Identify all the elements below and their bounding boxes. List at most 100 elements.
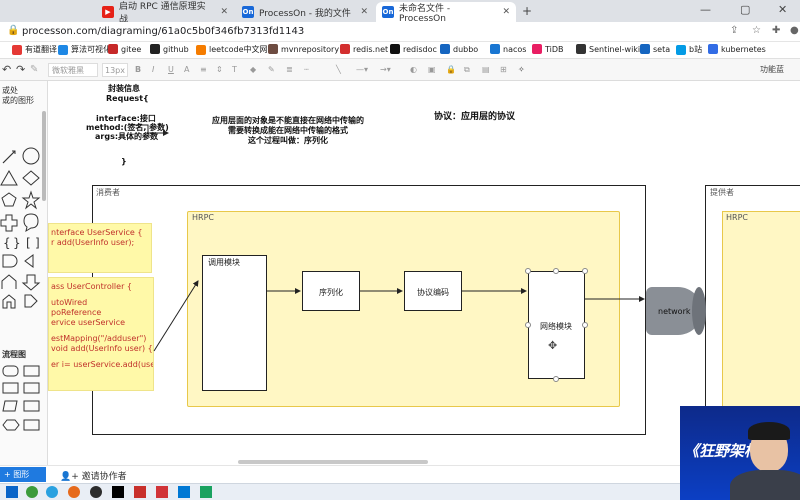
line-style-icon[interactable]: ┄ xyxy=(304,63,309,77)
fill-color-icon[interactable]: ◆ xyxy=(250,63,256,77)
line-width-icon[interactable]: ≣ xyxy=(286,63,293,77)
speech-bubble-icon[interactable] xyxy=(23,213,39,233)
new-tab-button[interactable]: + xyxy=(522,4,532,18)
layer-icon[interactable]: ▤ xyxy=(482,63,490,77)
font-size-select[interactable]: 13px xyxy=(102,63,128,77)
maximize-icon[interactable]: ▢ xyxy=(740,3,750,16)
minimize-icon[interactable]: — xyxy=(700,3,711,16)
valign-icon[interactable]: ⇕ xyxy=(216,63,223,77)
bookmark-item[interactable]: b站 xyxy=(676,44,702,55)
shapes-button[interactable]: + 图形 xyxy=(0,467,46,482)
feature-label[interactable]: 功能蓝 xyxy=(760,63,784,77)
flowchart-section-title[interactable]: 流程图 xyxy=(2,349,26,360)
opacity-icon[interactable]: ◐ xyxy=(410,63,417,77)
lock-shape-icon[interactable]: 🔒 xyxy=(446,63,456,77)
bookmark-item[interactable]: gitee xyxy=(108,44,141,54)
align-icon[interactable]: ≡ xyxy=(200,63,207,77)
connector-icon[interactable]: ╲ xyxy=(336,63,341,77)
triangle-shape-icon[interactable] xyxy=(0,169,18,186)
half-circle-icon[interactable] xyxy=(2,254,18,268)
chrome-app-icon[interactable] xyxy=(26,486,38,498)
pentagon-arrow-icon[interactable] xyxy=(24,294,38,308)
up-arrow-shape-icon[interactable] xyxy=(1,274,17,289)
share-icon[interactable]: ⇪ xyxy=(730,25,738,36)
undo-icon[interactable]: ↶ xyxy=(2,63,11,77)
cross-shape-icon[interactable] xyxy=(0,214,18,232)
url-input[interactable]: processon.com/diagraming/61a0c5b0f346fb7… xyxy=(22,24,304,40)
bookmark-item[interactable]: kubernetes xyxy=(708,44,766,54)
bold-button[interactable]: B xyxy=(135,63,141,77)
windows-start-icon[interactable] xyxy=(6,486,18,498)
office-app-icon[interactable] xyxy=(156,486,168,498)
storage-shape-icon[interactable] xyxy=(23,400,40,412)
left-arrow-shape-icon[interactable] xyxy=(24,254,34,268)
bracket-left-icon[interactable]: [ xyxy=(26,236,31,250)
font-color-button[interactable]: A xyxy=(184,63,189,77)
preparation-shape-icon[interactable] xyxy=(2,419,20,431)
bookmark-item[interactable]: 算法可视化 xyxy=(58,44,111,55)
bookmark-item[interactable]: TiDB xyxy=(532,44,564,54)
obs-app-icon[interactable] xyxy=(90,486,102,498)
bookmark-item[interactable]: redisdoc xyxy=(390,44,437,54)
manual-input-icon[interactable] xyxy=(23,419,40,431)
arrow-start-icon[interactable]: —▾ xyxy=(356,63,368,77)
font-family-select[interactable]: 微软雅黑 xyxy=(48,63,98,77)
tab-untitled-file[interactable]: On 未命名文件 - ProcessOn ✕ xyxy=(376,2,516,24)
intellij-app-icon[interactable] xyxy=(112,486,124,498)
close-icon[interactable]: ✕ xyxy=(354,7,368,17)
sticky-to-call-arrow[interactable] xyxy=(153,280,199,352)
close-window-icon[interactable]: ✕ xyxy=(778,3,787,16)
invite-collaborator-button[interactable]: 👤+ 邀请协作者 xyxy=(60,469,127,482)
wechat-app-icon[interactable] xyxy=(200,486,212,498)
profile-icon[interactable]: ● xyxy=(790,25,799,36)
document-shape-icon[interactable] xyxy=(2,382,19,394)
line-shape-icon[interactable] xyxy=(2,150,16,164)
star-shape-icon[interactable] xyxy=(21,190,41,210)
magic-icon[interactable]: ✧ xyxy=(518,63,525,77)
pentagon-shape-icon[interactable] xyxy=(1,192,17,207)
bookmark-item[interactable]: mvnrepository xyxy=(268,44,339,54)
italic-button[interactable]: I xyxy=(152,63,154,77)
arrange-icon[interactable]: ⧉ xyxy=(464,63,470,77)
close-icon[interactable]: ✕ xyxy=(214,7,228,17)
predefined-shape-icon[interactable] xyxy=(23,382,40,394)
bookmark-item[interactable]: redis.net xyxy=(340,44,388,54)
redo-icon[interactable]: ↷ xyxy=(16,63,25,77)
group-icon[interactable]: ⊞ xyxy=(500,63,507,77)
process-shape-icon[interactable] xyxy=(23,365,40,377)
text-style-button[interactable]: T xyxy=(232,63,237,77)
circle-shape-icon[interactable] xyxy=(22,147,40,165)
bookmark-item[interactable]: 有道翻译 xyxy=(12,44,57,55)
info-to-note-arrow[interactable] xyxy=(132,124,169,136)
tab-processon-files[interactable]: On ProcessOn - 我的文件 ✕ xyxy=(236,2,374,22)
line-color-icon[interactable]: ✎ xyxy=(268,63,275,77)
shadow-icon[interactable]: ▣ xyxy=(428,63,436,77)
extensions-icon[interactable]: ✚ xyxy=(772,25,780,36)
brace-right-icon[interactable]: } xyxy=(13,236,21,250)
terminator-shape-icon[interactable] xyxy=(2,365,19,377)
data-shape-icon[interactable] xyxy=(2,400,18,412)
bookmark-item[interactable]: dubbo xyxy=(440,44,478,54)
house-arrow-icon[interactable] xyxy=(2,294,16,309)
firefox-app-icon[interactable] xyxy=(68,486,80,498)
down-arrow-shape-icon[interactable] xyxy=(21,274,41,291)
terminal-app-icon[interactable] xyxy=(178,486,190,498)
bracket-right-icon[interactable]: ] xyxy=(35,236,40,250)
tab-rpc-video[interactable]: ▶ 启动 RPC 通信原理实战 ✕ xyxy=(96,2,234,25)
brace-left-icon[interactable]: { xyxy=(3,236,11,250)
format-painter-icon[interactable]: ✎ xyxy=(30,63,38,77)
lock-icon[interactable]: 🔒 xyxy=(7,25,19,36)
star-icon[interactable]: ☆ xyxy=(752,25,761,36)
horizontal-scrollbar[interactable] xyxy=(238,460,428,464)
wps-app-icon[interactable] xyxy=(134,486,146,498)
bookmark-item[interactable]: Sentinel-wiki xyxy=(576,44,640,54)
bookmark-item[interactable]: leetcode中文网 xyxy=(196,44,268,55)
underline-button[interactable]: U xyxy=(168,63,174,77)
arrow-end-icon[interactable]: →▾ xyxy=(380,63,391,77)
bookmark-item[interactable]: github xyxy=(150,44,189,54)
diamond-shape-icon[interactable] xyxy=(22,170,40,186)
close-icon[interactable]: ✕ xyxy=(496,7,510,17)
bookmark-item[interactable]: seta xyxy=(640,44,670,54)
bookmark-item[interactable]: nacos xyxy=(490,44,526,54)
edge-app-icon[interactable] xyxy=(46,486,58,498)
